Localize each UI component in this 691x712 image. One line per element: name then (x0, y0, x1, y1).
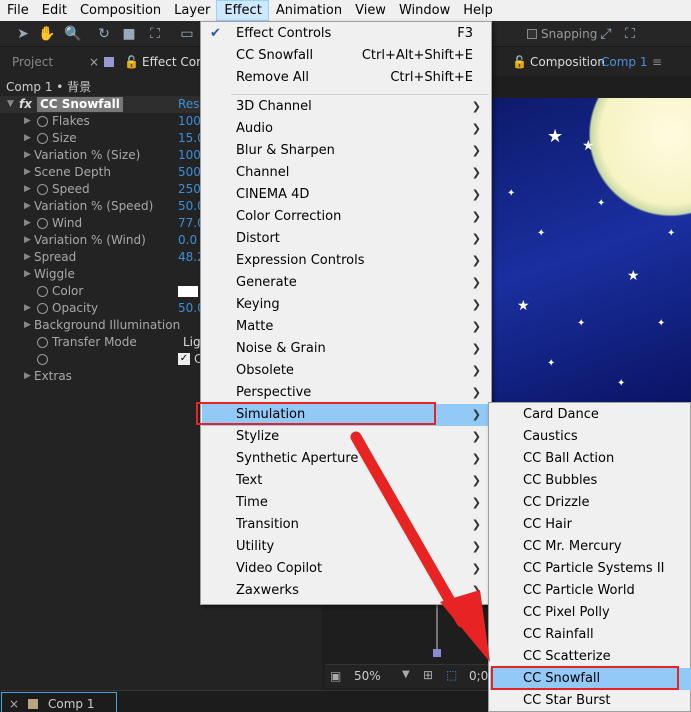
annotation-arrow (350, 431, 490, 662)
